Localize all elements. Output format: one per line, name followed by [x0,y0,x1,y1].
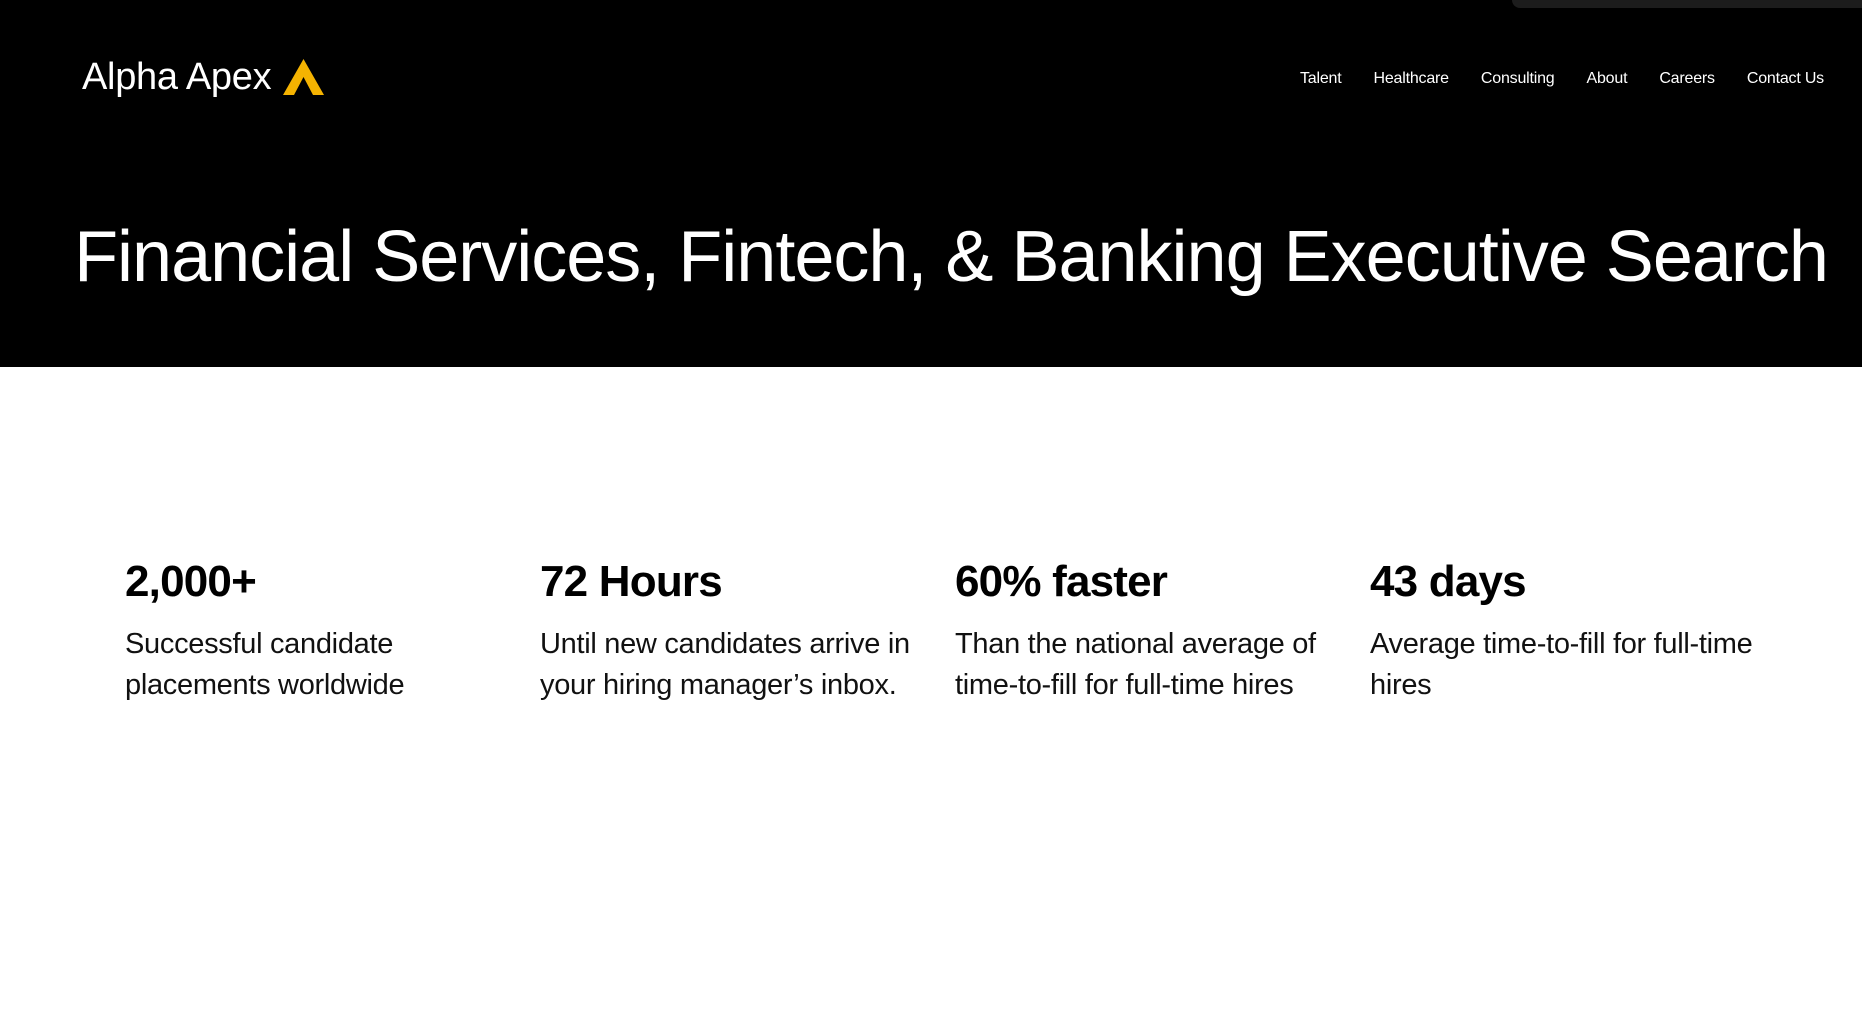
stat-description: Than the national average of time-to-fil… [955,628,1316,701]
stat-value: 72 Hours [540,557,723,606]
nav-link-careers[interactable]: Careers [1659,68,1715,90]
main-nav: Talent Healthcare Consulting About Caree… [1268,68,1824,90]
nav-link-contact-us[interactable]: Contact Us [1747,68,1824,90]
nav-link-about[interactable]: About [1587,68,1628,90]
stat-description: Until new candidates arrive in your hiri… [540,628,910,701]
stat-description: Successful candidate placements worldwid… [125,628,405,701]
stat-value: 43 days [1370,557,1527,606]
brand-logo[interactable]: Alpha Apex [82,52,325,102]
stat-item: 43 days Average time-to-fill for full-ti… [1370,550,1785,706]
triangle-a-icon [283,59,325,95]
stat-item: 72 Hours Until new candidates arrive in … [540,550,955,706]
stat-value: 2,000+ [125,557,257,606]
nav-link-talent[interactable]: Talent [1300,68,1342,90]
brand-name: Alpha Apex [82,56,272,98]
stat-item: 2,000+ Successful candidate placements w… [125,550,540,706]
stat-item: 60% faster Than the national average of … [955,550,1370,706]
stat-description: Average time-to-fill for full-time hires [1370,628,1753,701]
nav-link-healthcare[interactable]: Healthcare [1374,68,1450,90]
nav-link-consulting[interactable]: Consulting [1481,68,1555,90]
top-strip [1512,0,1862,8]
page-title: Financial Services, Fintech, & Banking E… [74,217,1829,297]
stats-section: 2,000+ Successful candidate placements w… [125,550,1785,706]
stat-value: 60% faster [955,557,1168,606]
hero-section: Alpha Apex Talent Healthcare Consulting … [0,0,1862,367]
